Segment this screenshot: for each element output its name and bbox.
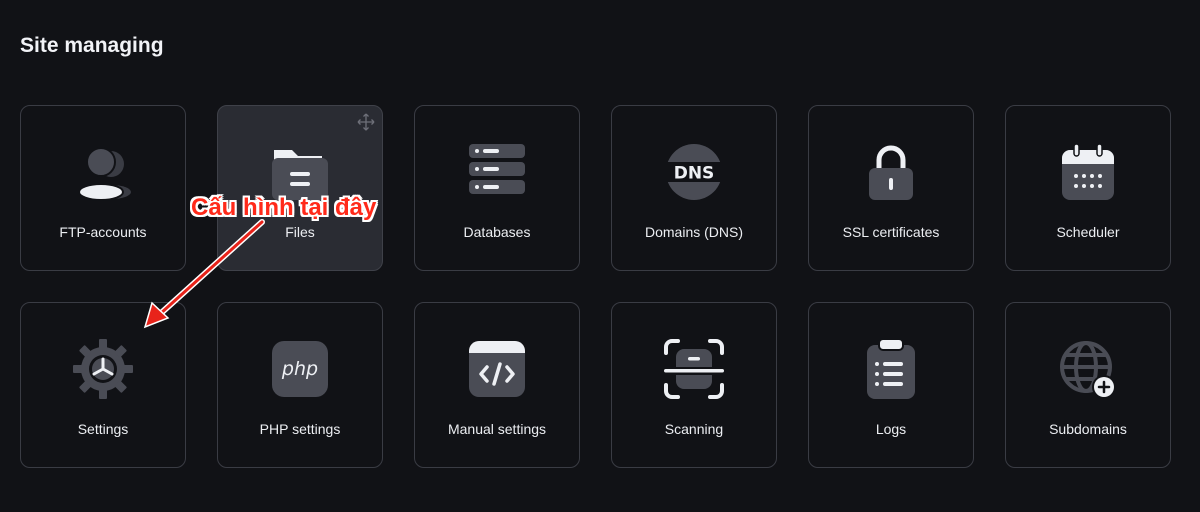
tile-manual-settings[interactable]: Manual settings [414,302,580,468]
tile-label: Domains (DNS) [644,224,743,240]
tile-files[interactable]: Files [217,105,383,271]
dns-icon: DNS [662,140,726,204]
tile-label: Settings [77,421,129,437]
tile-subdomains[interactable]: Subdomains [1005,302,1171,468]
tile-ssl-certificates[interactable]: SSL certificates [808,105,974,271]
gear-icon [71,337,135,401]
tile-label: PHP settings [259,421,341,437]
tile-php-settings[interactable]: php PHP settings [217,302,383,468]
tile-databases[interactable]: Databases [414,105,580,271]
tile-logs[interactable]: Logs [808,302,974,468]
tile-label: FTP-accounts [59,224,147,240]
code-icon [465,337,529,401]
database-icon [465,140,529,204]
svg-text:php: php [281,358,318,380]
tile-domains-dns[interactable]: DNS Domains (DNS) [611,105,777,271]
tile-scanning[interactable]: Scanning [611,302,777,468]
tile-label: Scanning [664,421,724,437]
tile-settings[interactable]: Settings [20,302,186,468]
scan-icon [662,337,726,401]
globe-plus-icon [1056,337,1120,401]
tile-label: Subdomains [1049,421,1127,437]
calendar-icon [1056,140,1120,204]
lock-icon [859,140,923,204]
tile-label: Files [285,224,315,240]
tile-label: SSL certificates [842,224,940,240]
tile-scheduler[interactable]: Scheduler [1005,105,1171,271]
php-icon: php [268,337,332,401]
tile-label: Databases [463,224,531,240]
annotation-label: Cấu hình tại đây [191,194,377,221]
users-icon [71,140,135,204]
clipboard-icon [859,337,923,401]
tile-ftp-accounts[interactable]: FTP-accounts [20,105,186,271]
tile-label: Logs [875,421,907,437]
svg-text:DNS: DNS [674,164,715,184]
tile-label: Manual settings [447,421,547,437]
move-icon[interactable] [356,112,376,132]
page-title: Site managing [20,34,164,57]
tile-label: Scheduler [1056,224,1120,240]
